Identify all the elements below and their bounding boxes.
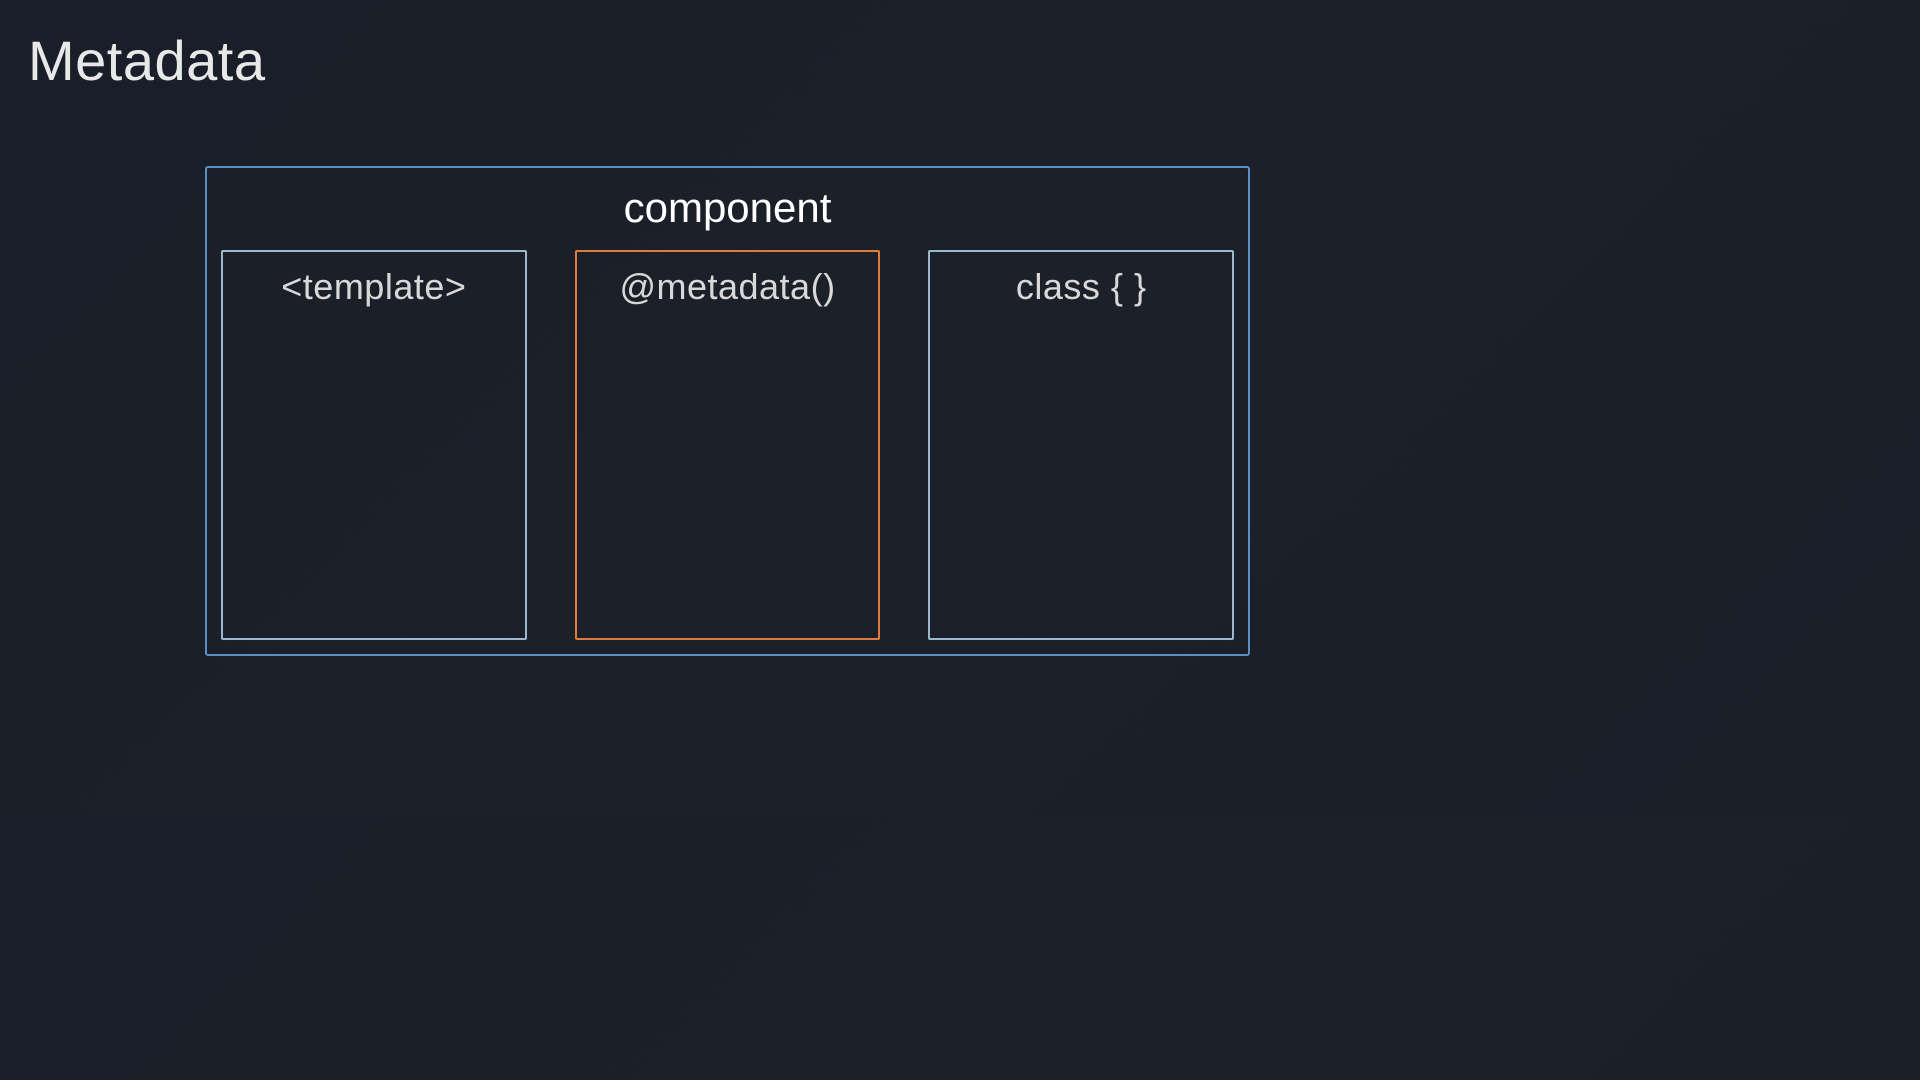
component-label: component	[624, 184, 832, 232]
boxes-row: <template> @metadata() class { }	[219, 250, 1236, 640]
box-template-label: <template>	[281, 266, 466, 638]
slide-title: Metadata	[28, 28, 266, 93]
box-metadata-label: @metadata()	[619, 266, 835, 638]
box-template: <template>	[221, 250, 527, 640]
box-class: class { }	[928, 250, 1234, 640]
component-container: component <template> @metadata() class {…	[205, 166, 1250, 656]
box-metadata: @metadata()	[575, 250, 881, 640]
box-class-label: class { }	[1016, 266, 1147, 638]
